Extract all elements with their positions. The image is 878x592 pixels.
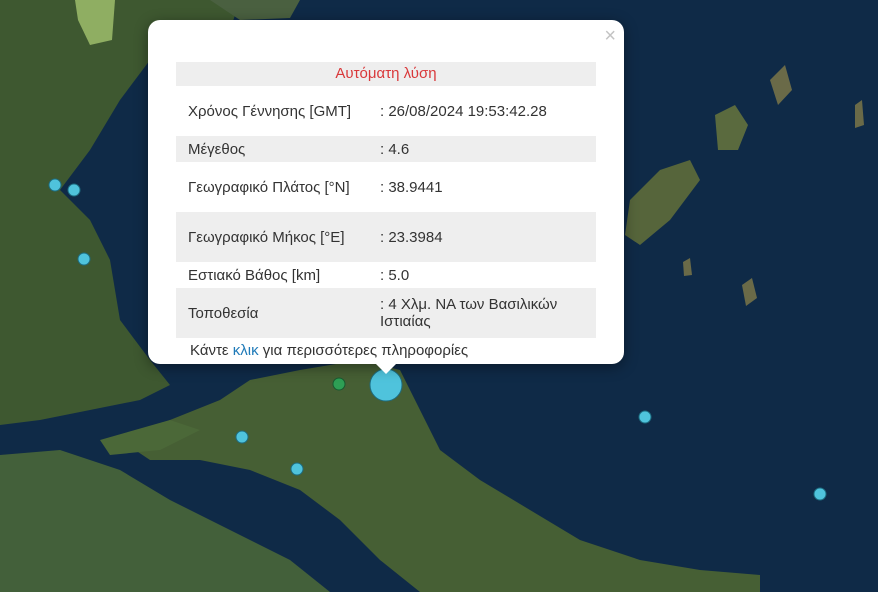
- more-info-prefix: Κάντε: [190, 342, 233, 359]
- longitude-value: : 23.3984: [368, 212, 596, 262]
- more-info-suffix: για περισσότερες πληροφορίες: [258, 342, 469, 359]
- latitude-label: Γεωγραφικό Πλάτος [°N]: [188, 178, 350, 196]
- table-row: Εστιακό Βάθος [km] : 5.0: [176, 262, 596, 288]
- earthquake-marker[interactable]: [638, 410, 652, 424]
- earthquake-marker[interactable]: [813, 487, 827, 501]
- earthquake-marker-green[interactable]: [332, 377, 346, 391]
- location-value: : 4 Χλμ. ΝΑ των Βασιλικών Ιστιαίας: [368, 288, 596, 338]
- table-row: Χρόνος Γέννησης [GMT] : 26/08/2024 19:53…: [176, 86, 596, 136]
- table-row: Γεωγραφικό Πλάτος [°N] : 38.9441: [176, 162, 596, 212]
- table-row: Μέγεθος : 4.6: [176, 136, 596, 162]
- magnitude-value: : 4.6: [368, 136, 596, 162]
- latitude-value: : 38.9441: [380, 178, 443, 196]
- earthquake-marker[interactable]: [290, 462, 304, 476]
- earthquake-info-table: Χρόνος Γέννησης [GMT] : 26/08/2024 19:53…: [176, 86, 596, 338]
- popup-tip: [376, 364, 396, 374]
- longitude-label: Γεωγραφικό Μήκος [°E]: [176, 212, 368, 262]
- location-label: Τοποθεσία: [176, 288, 368, 338]
- earthquake-popup: × Αυτόματη λύση Χρόνος Γέννησης [GMT] : …: [148, 20, 624, 364]
- earthquake-marker[interactable]: [235, 430, 249, 444]
- close-icon[interactable]: ×: [604, 26, 616, 46]
- more-info-link[interactable]: κλικ: [233, 342, 259, 359]
- earthquake-marker[interactable]: [67, 183, 81, 197]
- origin-time-label: Χρόνος Γέννησης [GMT]: [188, 102, 352, 120]
- earthquake-marker[interactable]: [77, 252, 91, 266]
- depth-value: : 5.0: [380, 266, 410, 284]
- table-row: Γεωγραφικό Μήκος [°E] : 23.3984: [176, 212, 596, 262]
- depth-label: Εστιακό Βάθος [km]: [188, 266, 321, 284]
- table-row: Τοποθεσία : 4 Χλμ. ΝΑ των Βασιλικών Ιστι…: [176, 288, 596, 338]
- magnitude-label: Μέγεθος: [176, 136, 368, 162]
- more-info-text: Κάντε κλικ για περισσότερες πληροφορίες: [190, 342, 468, 359]
- popup-title: Αυτόματη λύση: [176, 62, 596, 86]
- earthquake-marker[interactable]: [48, 178, 62, 192]
- origin-time-value: : 26/08/2024 19:53:42.28: [380, 102, 547, 120]
